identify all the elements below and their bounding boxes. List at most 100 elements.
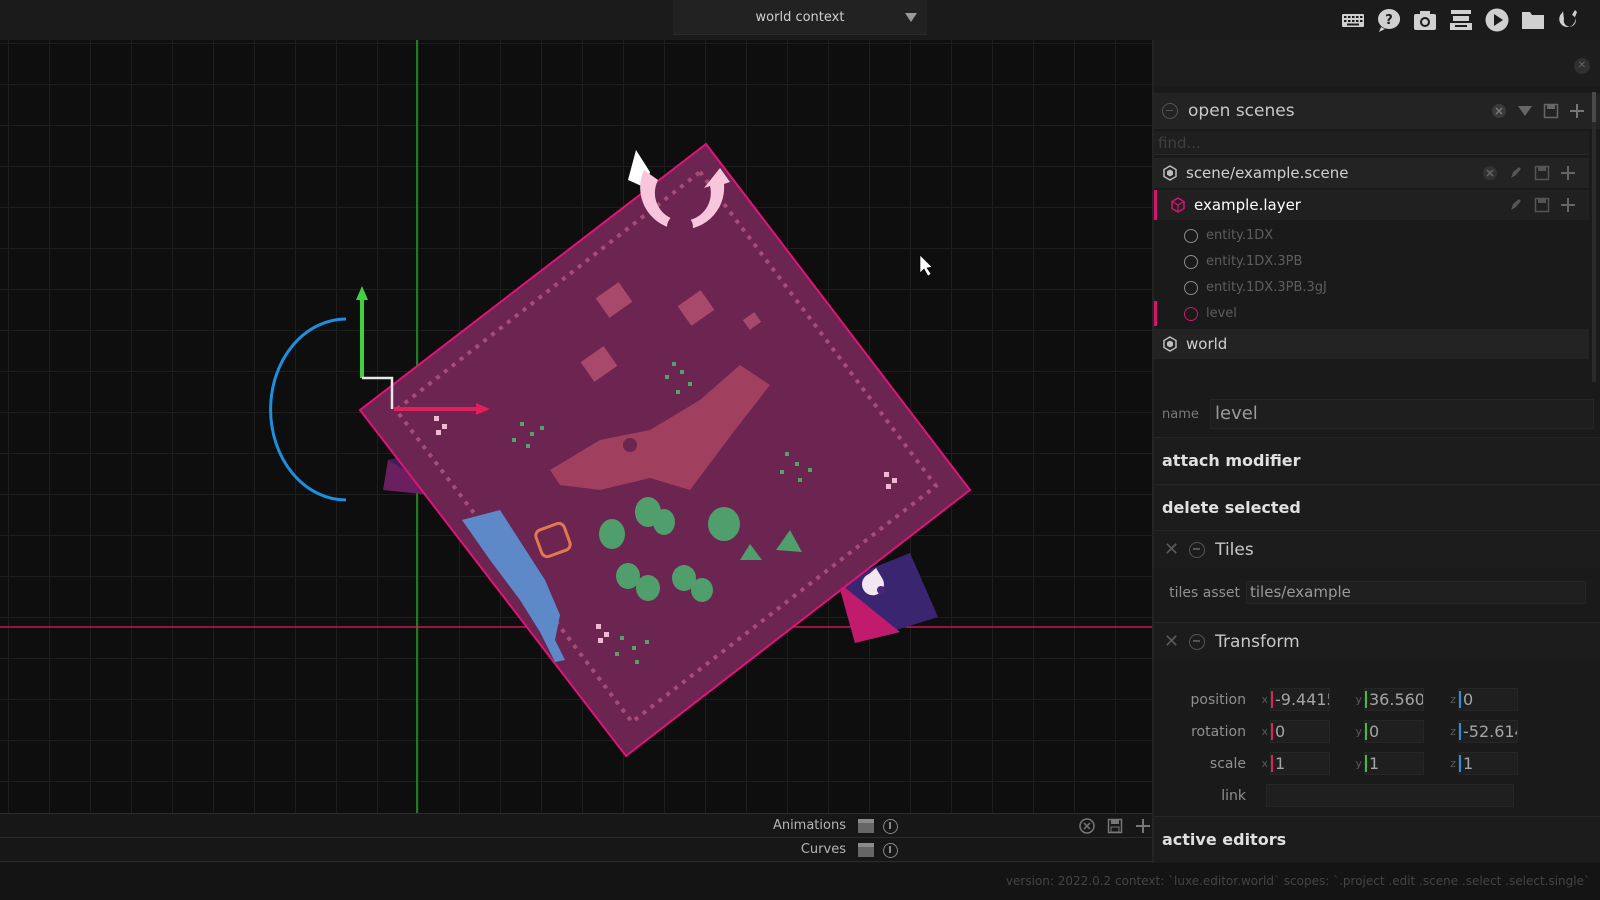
save-icon[interactable] [1533,196,1551,214]
scene-find-input[interactable]: find... [1154,131,1589,155]
timeline-row-curves[interactable]: Curves [0,838,1152,862]
close-circle-icon[interactable] [1490,102,1508,120]
tiles-modifier-header[interactable]: ✕ Tiles [1154,530,1600,568]
remove-modifier-icon[interactable]: ✕ [1164,539,1179,560]
timeline-row-label: Curves [800,842,846,857]
panel-top-strip: ✕ [1154,40,1600,87]
save-icon[interactable] [1542,102,1560,120]
status-bar: version: 2022.0.2 context: `luxe.editor.… [0,863,1600,900]
tiles-asset-row: tiles asset tiles/example [1154,581,1600,604]
edit-icon[interactable] [1507,196,1525,214]
link-input[interactable] [1266,784,1514,807]
transform-modifier-header[interactable]: ✕ Transform [1154,622,1600,660]
rotate-handle-arc [269,317,347,502]
save-icon[interactable] [1533,164,1551,182]
filter-icon[interactable] [1516,102,1534,120]
timeline-actions [1078,817,1152,835]
scale-x-input[interactable]: 1 [1270,752,1330,775]
position-label: position [1190,692,1246,708]
tiles-asset-input[interactable]: tiles/example [1246,581,1586,604]
rotation-y-input[interactable]: 0 [1364,720,1424,743]
close-circle-icon[interactable] [1078,817,1096,835]
tree-item-entity[interactable]: entity.1DX.3PB [1154,249,1589,274]
build-icon[interactable] [1447,6,1474,33]
play-icon[interactable] [1483,6,1510,33]
luxe-logo-icon[interactable] [1555,6,1582,33]
open-scenes-header[interactable]: open scenes [1154,93,1600,129]
tree-item-label: level [1206,306,1237,321]
context-label: world context [755,9,845,25]
name-input[interactable]: level [1210,399,1594,429]
position-x-input[interactable]: -9.4415 [1270,688,1330,711]
info-icon[interactable] [883,843,898,858]
add-icon[interactable] [1559,164,1577,182]
scene-canvas[interactable] [0,40,1152,813]
tree-item-world[interactable]: world [1154,329,1589,359]
scale-y-input[interactable]: 1 [1364,752,1424,775]
tree-item-entity-selected[interactable]: level [1154,301,1589,326]
tree-item-scene[interactable]: scene/example.scene [1154,158,1589,188]
scenes-scrollbar[interactable] [1592,92,1596,382]
status-text: version: 2022.0.2 context: `luxe.editor.… [1005,874,1590,888]
edit-icon[interactable] [1507,164,1525,182]
position-y-field[interactable]: y36.5608 [1350,688,1424,711]
rotation-x-input[interactable]: 0 [1270,720,1330,743]
transform-title: Transform [1215,631,1300,652]
collapse-icon[interactable] [1189,633,1206,650]
rotation-x-field[interactable]: x0 [1256,720,1330,743]
selection-bar [1154,190,1157,220]
add-icon[interactable] [1559,196,1577,214]
collapse-icon[interactable] [1189,541,1206,558]
world-viewport[interactable] [0,40,1152,813]
scale-x-field[interactable]: x1 [1256,752,1330,775]
close-circle-icon[interactable] [1481,164,1499,182]
top-bar: world context ? [0,0,1600,40]
position-z-input[interactable]: 0 [1458,688,1518,711]
window-toggle-icon[interactable] [858,843,874,857]
scale-y-field[interactable]: y1 [1350,752,1424,775]
collapse-icon[interactable] [1162,103,1178,119]
folder-icon[interactable] [1519,6,1546,33]
open-scenes-actions [1490,102,1586,120]
tiles-title: Tiles [1215,539,1254,560]
camera-icon[interactable] [1411,6,1438,33]
position-x-field[interactable]: x-9.4415 [1256,688,1330,711]
scale-z-input[interactable]: 1 [1458,752,1518,775]
rotation-label: rotation [1191,724,1246,740]
entity-ring-icon [1184,306,1198,321]
entity-ring-icon [1184,280,1198,295]
save-icon[interactable] [1106,817,1124,835]
delete-selected-button[interactable]: delete selected [1154,484,1600,529]
layer-row-actions [1507,196,1577,214]
scrollbar-thumb[interactable] [1592,92,1596,122]
layer-cube-icon [1171,197,1185,213]
tree-item-layer[interactable]: example.layer [1154,190,1589,220]
timeline-row-label: Animations [772,818,846,833]
tree-item-label: entity.1DX [1206,228,1274,243]
add-icon[interactable] [1568,102,1586,120]
position-y-input[interactable]: 36.5608 [1364,688,1424,711]
scene-row-actions [1481,164,1577,182]
attach-modifier-button[interactable]: attach modifier [1154,437,1600,482]
tree-item-label: scene/example.scene [1186,164,1349,182]
window-toggle-icon[interactable] [858,819,874,833]
timeline-row-animations[interactable]: Animations [0,814,1152,838]
panel-close-icon[interactable]: ✕ [1574,58,1590,74]
remove-modifier-icon[interactable]: ✕ [1164,631,1179,652]
active-editors-header[interactable]: active editors [1154,816,1600,861]
info-icon[interactable] [883,819,898,834]
rotation-y-field[interactable]: y0 [1350,720,1424,743]
tree-item-label: entity.1DX.3PB [1206,254,1303,269]
rotation-z-field[interactable]: z-52.614 [1444,720,1518,743]
tree-item-entity[interactable]: entity.1DX [1154,223,1589,248]
rotation-z-input[interactable]: -52.614 [1458,720,1518,743]
position-z-field[interactable]: z0 [1444,688,1518,711]
keyboard-icon[interactable] [1339,6,1366,33]
add-icon[interactable] [1134,817,1152,835]
tree-item-label: example.layer [1194,196,1301,214]
context-dropdown[interactable]: world context [673,0,927,35]
help-icon[interactable]: ? [1375,6,1402,33]
tree-item-entity[interactable]: entity.1DX.3PB.3gJ [1154,275,1589,300]
svg-text:?: ? [1385,13,1393,28]
scale-z-field[interactable]: z1 [1444,752,1518,775]
